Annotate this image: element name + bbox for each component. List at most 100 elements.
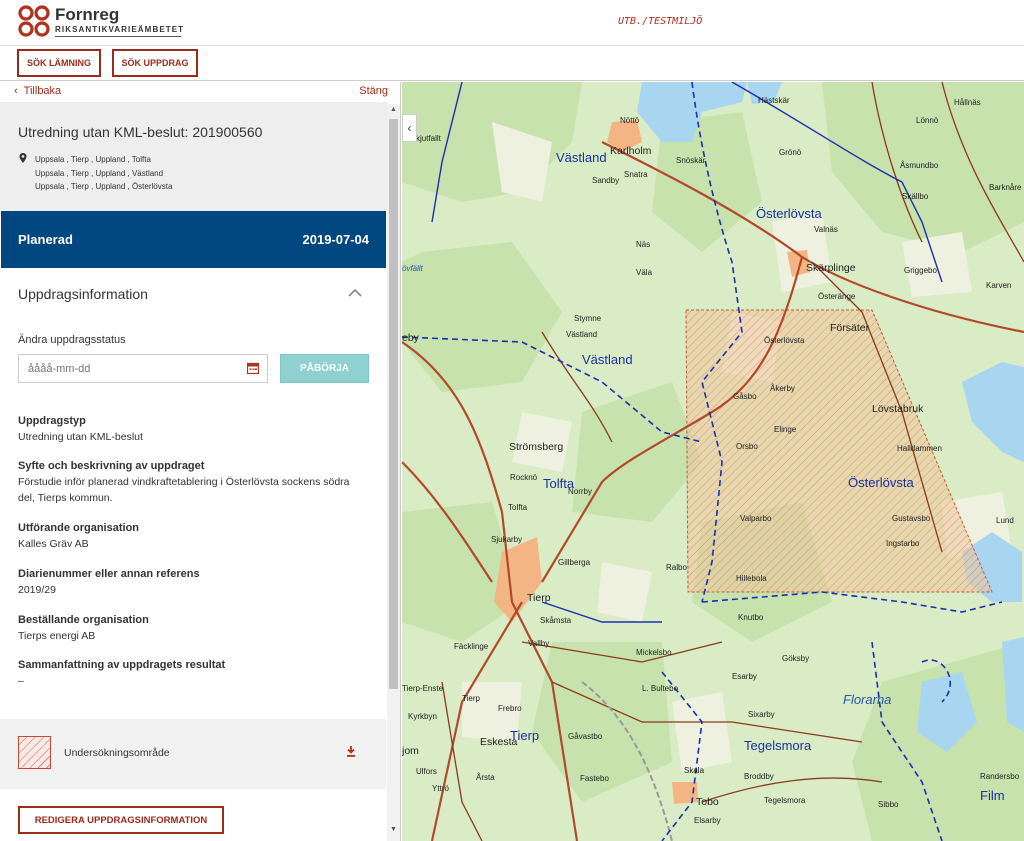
map-label: Ingstarbo (886, 539, 920, 548)
change-status-label: Ändra uppdragsstatus (18, 334, 126, 346)
map-label: Broddby (744, 772, 774, 781)
map-label: Sixarby (748, 710, 775, 719)
map-label: Sjukarby (491, 535, 523, 544)
map-view[interactable]: Hästskär Hållnäs Nöttö kjutfallt Västlan… (402, 82, 1024, 841)
map-label: Florarna (843, 692, 892, 707)
map-label: Stymne (574, 314, 602, 323)
map-label: Valnäs (814, 225, 838, 234)
logo-underline (55, 36, 181, 37)
field-assignment-type: Uppdragstyp Utredning utan KML-beslut (18, 414, 368, 445)
assignment-title: Utredning utan KML-beslut: 201900560 (18, 124, 263, 140)
map-label: Griggebo (904, 266, 937, 275)
map-legend: Undersökningsområde (0, 719, 386, 789)
map-label: övfällt (402, 264, 423, 273)
logo-subtitle: RIKSANTIKVARIEÄMBETET (55, 25, 185, 34)
map-label: Ralbo (666, 563, 687, 572)
calendar-icon[interactable] (247, 362, 259, 374)
field-reference: Diarienummer eller annan referens 2019/2… (18, 567, 368, 598)
map-label: Tierp (527, 592, 551, 604)
map-pin-icon (19, 153, 27, 163)
hatched-area-swatch (18, 736, 51, 769)
map-label: Väla (636, 268, 653, 277)
map-label: Österlövsta (848, 475, 914, 490)
map-label: Hillebola (736, 574, 767, 583)
map-label: Tegelsmora (764, 796, 806, 805)
map-label: L. Bultebo (642, 684, 679, 693)
map-label: Mickelsbo (636, 648, 672, 657)
map-label: Nöttö (620, 116, 640, 125)
back-link[interactable]: ‹ Tillbaka (14, 85, 61, 97)
scroll-down-icon[interactable]: ▼ (390, 826, 397, 833)
close-link[interactable]: Stäng (359, 85, 388, 97)
chevron-up-icon[interactable] (348, 288, 362, 298)
map-label: Frebro (498, 704, 522, 713)
field-label: Beställande organisation (18, 614, 149, 626)
map-label: jom (402, 745, 419, 757)
map-label: Tierp (462, 694, 480, 703)
panel-topbar: ‹ Tillbaka Stäng (0, 82, 388, 102)
map-label: Skärplinge (806, 262, 856, 274)
map-label: Västland (582, 352, 633, 367)
field-ordering-org: Beställande organisation Tierps energi A… (18, 613, 368, 644)
download-icon[interactable] (346, 746, 356, 757)
field-value: Förstudie inför planerad vindkraftetable… (18, 476, 350, 504)
map-label: Fastebo (580, 774, 609, 783)
map-label: Österlövsta (764, 336, 805, 345)
environment-label: UTB./TESTMILJÖ (618, 16, 703, 27)
map-label: Halldammen (897, 444, 942, 453)
map-label: Orsbo (736, 442, 758, 451)
nav-bar: SÖK LÄMNING SÖK UPPDRAG (0, 46, 1024, 81)
collapse-panel-button[interactable]: ‹ (402, 114, 417, 142)
field-label: Sammanfattning av uppdragets resultat (18, 659, 226, 671)
map-label: Randersbo (980, 772, 1020, 781)
chevron-left-icon: ‹ (14, 85, 18, 97)
fornreg-logo[interactable]: Fornreg RIKSANTIKVARIEÄMBETET (16, 3, 186, 41)
search-remains-button[interactable]: SÖK LÄMNING (17, 49, 101, 77)
scroll-up-icon[interactable]: ▲ (390, 106, 397, 113)
map-label: Åkerby (770, 384, 795, 393)
map-label: Ulfors (416, 767, 437, 776)
status-date-input[interactable] (18, 354, 268, 383)
map-label: Fäcklinge (454, 642, 489, 651)
start-button[interactable]: PÅBÖRJA (280, 354, 369, 383)
map-label: Skällbo (902, 192, 929, 201)
field-value: – (18, 675, 24, 687)
map-label: Yttrö (432, 784, 449, 793)
map-label: Strömsberg (509, 441, 564, 453)
map-label: kjutfallt (416, 134, 441, 143)
search-assignment-button[interactable]: SÖK UPPDRAG (112, 49, 198, 77)
status-banner: Planerad 2019-07-04 (1, 211, 386, 268)
section-title: Uppdragsinformation (18, 286, 148, 302)
map-label: Skåmsta (540, 616, 572, 625)
map-label: Gåvastbo (568, 732, 603, 741)
map-label: Tierp (510, 728, 540, 743)
assignment-panel: ‹ Tillbaka Stäng Utredning utan KML-beslu… (0, 82, 401, 841)
field-label: Utförande organisation (18, 522, 140, 534)
map-label: Årsta (476, 773, 495, 782)
status-date: 2019-07-04 (302, 232, 370, 247)
field-value: 2019/29 (18, 584, 56, 596)
map-label: Rocknö (510, 473, 538, 482)
field-label: Syfte och beskrivning av uppdraget (18, 460, 205, 472)
map-label: Vallby (528, 639, 550, 648)
map-label: Hållnäs (954, 98, 981, 107)
scrollbar-thumb[interactable] (389, 119, 398, 689)
map-label: Norrby (568, 487, 593, 496)
map-label: Sandby (592, 176, 620, 185)
app-header: Fornreg RIKSANTIKVARIEÄMBETET UTB./TESTM… (0, 0, 1024, 46)
place-list: Uppsala , Tierp , Uppland , Tolfta Uppsa… (35, 153, 172, 194)
map-label: Sibbo (878, 800, 899, 809)
field-performing-org: Utförande organisation Kalles Gräv AB (18, 521, 368, 552)
field-label: Diarienummer eller annan referens (18, 568, 200, 580)
logo-name: Fornreg (55, 5, 120, 24)
field-purpose: Syfte och beskrivning av uppdraget Först… (18, 459, 368, 506)
map-label: Karven (986, 281, 1012, 290)
map-label: Skala (684, 766, 705, 775)
map-canvas[interactable] (402, 82, 1024, 841)
map-label: Lövstabruk (872, 403, 924, 415)
map-label: Österänge (818, 292, 856, 301)
map-label: Karlholm (610, 145, 652, 157)
edit-assignment-button[interactable]: REDIGERA UPPDRAGSINFORMATION (18, 806, 224, 834)
field-result-summary: Sammanfattning av uppdragets resultat – (18, 658, 368, 689)
map-label: Lönnö (916, 116, 939, 125)
